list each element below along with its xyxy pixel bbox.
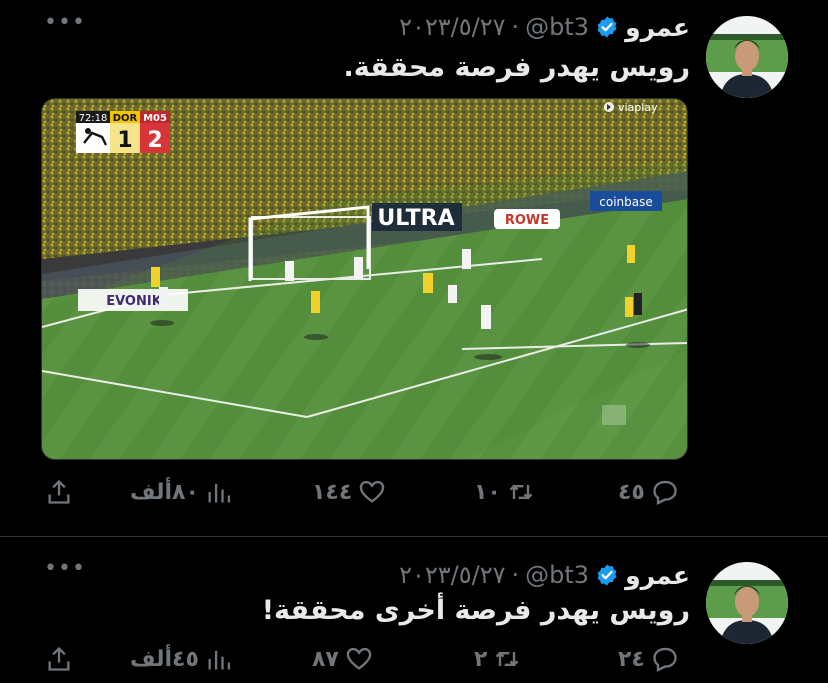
evonik-board: EVONIK: [106, 294, 162, 309]
more-icon[interactable]: •••: [44, 556, 86, 581]
share-icon: [48, 479, 70, 504]
match-video-frame: ULTRA ROWE coinbase EVONIK 72:18 DOR 1 M…: [42, 99, 687, 459]
retweet-count: ٢: [474, 646, 488, 672]
views-button[interactable]: ٤٥ألف: [130, 645, 233, 673]
retweet-button[interactable]: ٢: [474, 645, 521, 673]
like-button[interactable]: ١٤٤: [312, 478, 386, 506]
like-button[interactable]: ٨٧: [312, 645, 373, 673]
retweet-button[interactable]: ١٠: [474, 478, 535, 506]
match-clock: 72:18: [79, 113, 108, 124]
home-team: DOR: [113, 113, 138, 124]
tweet-header: عمرو @bt3 · ٢٠٢٣/٥/٢٧: [399, 12, 690, 42]
reply-count: ٢٤: [618, 646, 645, 672]
reply-count: ٤٥: [618, 479, 645, 505]
avatar[interactable]: [706, 16, 788, 98]
tweet-actions: ٤٥ألف ٨٧ ٢ ٢٤: [0, 643, 828, 679]
rowe-board: ROWE: [505, 213, 549, 228]
reply-button[interactable]: ٤٥: [618, 478, 679, 506]
away-team: M05: [143, 113, 167, 124]
tweet[interactable]: عمرو @bt3 · ٢٠٢٣/٥/٢٧ ••• رويس يهدر فرصة…: [0, 0, 828, 536]
views-icon: [208, 650, 230, 670]
reply-button[interactable]: ٢٤: [618, 645, 679, 673]
views-icon: [208, 483, 230, 503]
league-watermark: [602, 405, 626, 425]
retweet-icon: [509, 484, 533, 500]
scoreboard: 72:18 DOR 1 M05 2: [76, 111, 170, 153]
home-score: 1: [117, 128, 132, 153]
views-count: ٤٥ألف: [130, 646, 199, 672]
tweet-media[interactable]: ULTRA ROWE coinbase EVONIK 72:18 DOR 1 M…: [41, 98, 688, 460]
author-name[interactable]: عمرو: [625, 13, 690, 42]
like-icon: [346, 647, 372, 670]
share-icon: [48, 646, 70, 671]
views-count: ٨٠ألف: [130, 479, 199, 505]
like-icon: [360, 480, 385, 503]
reply-icon: [653, 647, 677, 672]
tweet-header: عمرو @bt3 · ٢٠٢٣/٥/٢٧: [399, 560, 690, 590]
tweet-date[interactable]: ٢٠٢٣/٥/٢٧: [399, 561, 505, 589]
share-button[interactable]: [45, 645, 73, 673]
author-handle[interactable]: @bt3: [525, 561, 589, 589]
like-count: ٨٧: [312, 646, 339, 672]
broadcaster-name: viaplay: [618, 101, 658, 114]
tweet-actions: ٨٠ألف ١٤٤ ١٠ ٤٥: [0, 476, 828, 512]
tweet-date[interactable]: ٢٠٢٣/٥/٢٧: [399, 13, 505, 41]
tweet-text: رويس يهدر فرصة محققة.: [343, 52, 690, 83]
like-count: ١٤٤: [312, 479, 353, 505]
avatar-image: [706, 16, 788, 98]
avatar-image: [706, 562, 788, 644]
author-name[interactable]: عمرو: [625, 561, 690, 590]
share-button[interactable]: [45, 478, 73, 506]
verified-badge-icon: [597, 16, 617, 38]
reply-icon: [653, 480, 677, 505]
tweet[interactable]: عمرو @bt3 · ٢٠٢٣/٥/٢٧ ••• رويس يهدر فرصة…: [0, 537, 828, 683]
away-score: 2: [147, 128, 162, 153]
coinbase-board: coinbase: [599, 195, 652, 209]
verified-badge-icon: [597, 564, 617, 586]
tweet-text: رويس يهدر فرصة أخرى محققة!: [261, 595, 690, 626]
more-icon[interactable]: •••: [44, 10, 86, 35]
views-button[interactable]: ٨٠ألف: [130, 478, 233, 506]
retweet-icon: [496, 651, 519, 667]
author-handle[interactable]: @bt3: [525, 13, 589, 41]
separator-dot: ·: [511, 13, 520, 41]
retweet-count: ١٠: [474, 479, 501, 505]
separator-dot: ·: [511, 561, 520, 589]
avatar[interactable]: [706, 562, 788, 644]
ultra-board: ULTRA: [377, 206, 454, 231]
